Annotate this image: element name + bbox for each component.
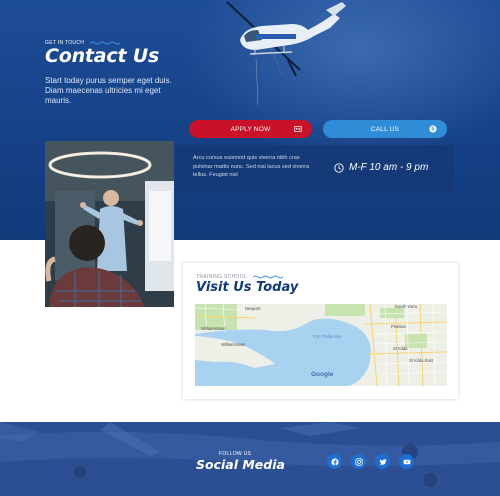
facebook-icon — [330, 457, 339, 466]
footer-title: Social Media — [196, 457, 285, 472]
youtube-link[interactable] — [399, 454, 414, 469]
hours-text: M-F 10 am - 9 pm — [349, 162, 429, 173]
twitter-icon — [378, 458, 387, 465]
facebook-link[interactable] — [327, 454, 342, 469]
instagram-link[interactable] — [351, 454, 366, 469]
info-text: Arcu cursus euismod quis viverra nibh cr… — [193, 155, 310, 178]
map-label-st-kilda: St Kilda — [393, 346, 408, 351]
visit-title: Visit Us Today — [196, 280, 299, 295]
map-label-williamstown: Williamstown — [221, 342, 246, 347]
opening-hours: M-F 10 am - 9 pm — [334, 162, 428, 173]
id-card-icon — [294, 126, 302, 132]
call-us-button[interactable]: CALL US S — [323, 120, 447, 138]
hero-description: Start today purus semper eget duis. Diam… — [45, 76, 172, 105]
apply-now-button[interactable]: APPLY NOW — [189, 120, 312, 138]
classroom-photo-illustration — [45, 141, 174, 307]
squiggle-icon — [252, 275, 283, 279]
map-label-port-phillip-bay: Port Phillip Bay — [313, 334, 342, 339]
clock-icon — [334, 162, 344, 173]
youtube-icon — [403, 459, 410, 464]
instagram-icon — [354, 457, 363, 466]
classroom-photo — [45, 141, 174, 307]
skype-icon: S — [429, 125, 437, 133]
map-label-newport: Newport — [245, 306, 261, 311]
location-map[interactable]: Newport Williamstown Williamstown South Yar… — [195, 304, 447, 386]
map-illustration: Newport Williamstown Williamstown South Yar… — [195, 304, 447, 386]
page-title: Contact Us — [45, 45, 160, 67]
map-label-prahran: Prahran — [391, 324, 407, 329]
svg-text:S: S — [431, 127, 435, 133]
map-label-williamstown-north: Williamstown — [201, 326, 226, 331]
map-label-south-yarra: South Yarra — [395, 304, 418, 309]
call-us-label: CALL US — [370, 125, 400, 133]
twitter-link[interactable] — [375, 454, 390, 469]
map-label-google-logo: Google — [311, 371, 334, 378]
map-label-st-kilda-east: St Kilda East — [409, 358, 434, 363]
apply-now-label: APPLY NOW — [230, 125, 271, 133]
helicopter-image — [226, 1, 346, 106]
